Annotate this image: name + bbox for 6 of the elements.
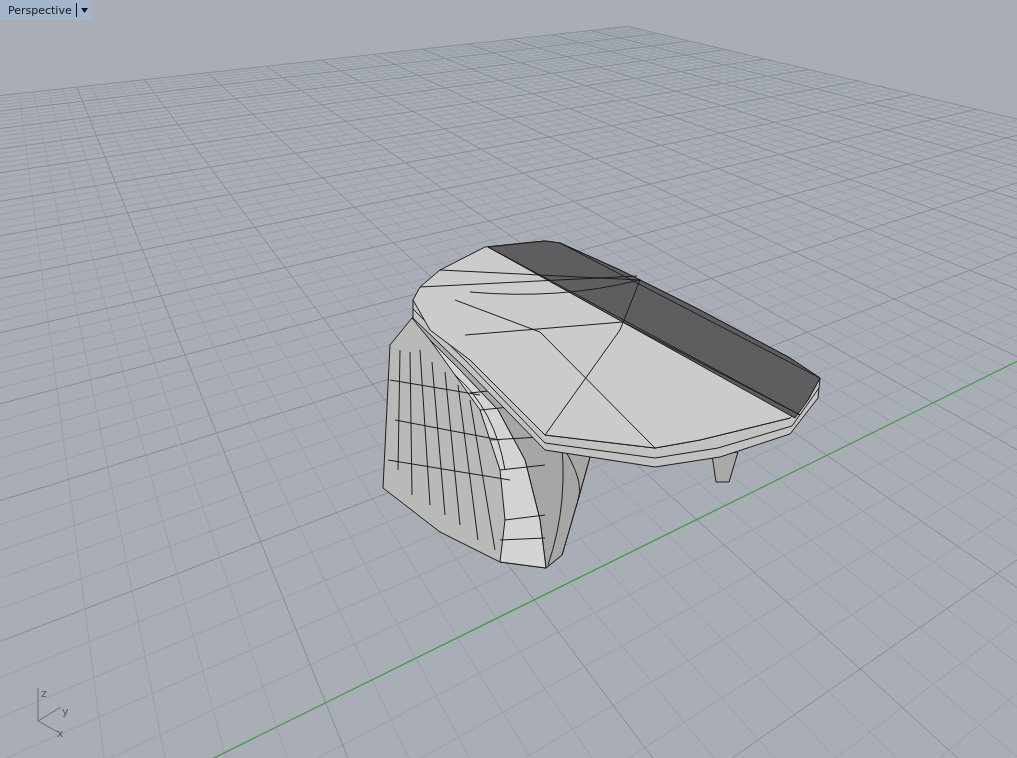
caret-icon	[80, 7, 88, 13]
viewport-tab[interactable]: Perspective	[0, 0, 92, 20]
axis-label: z	[41, 687, 47, 700]
axis-label: x	[57, 727, 64, 740]
axis-label: y	[62, 705, 69, 718]
axis-gizmo-icon	[37, 687, 62, 733]
